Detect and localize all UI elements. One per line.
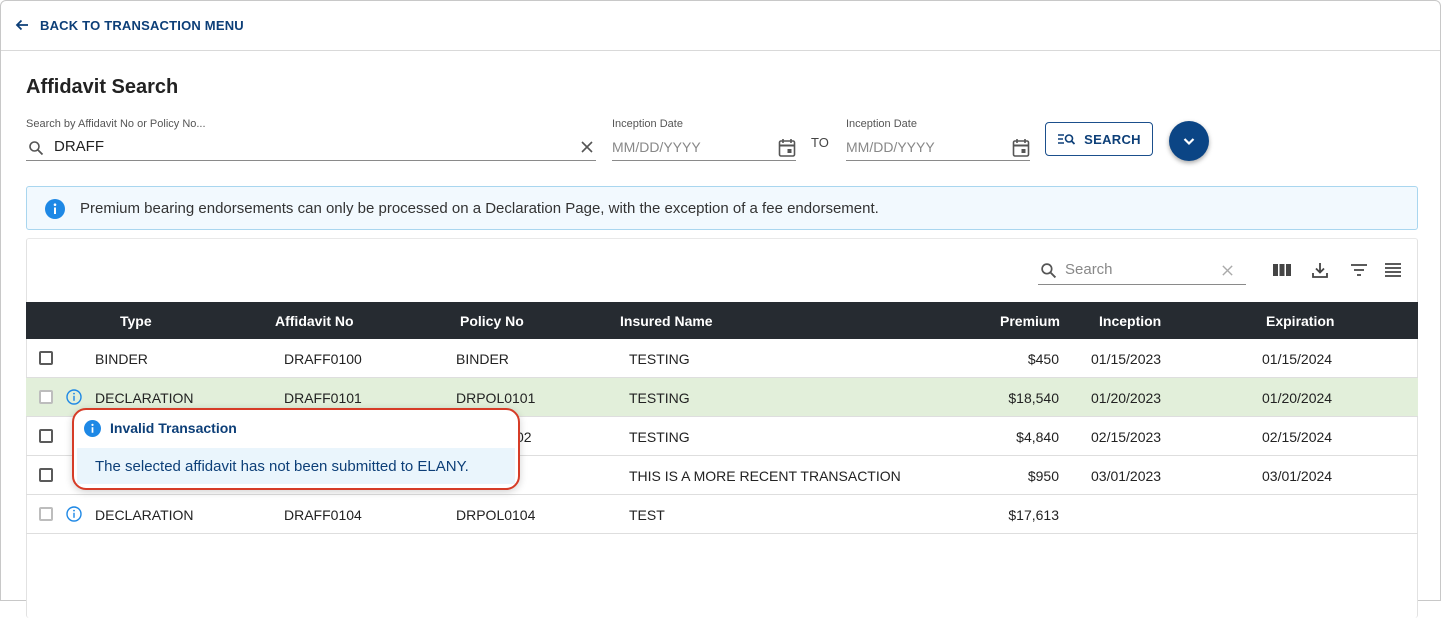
cell-premium: $4,840 [1016,429,1059,445]
chevron-down-icon [1183,138,1195,146]
app-window: BACK TO TRANSACTION MENU Affidavit Searc… [0,0,1441,618]
expand-filters-button[interactable] [1169,121,1209,161]
search-button-label: SEARCH [1084,131,1141,147]
table-header: Type Affidavit No Policy No Insured Name… [26,302,1418,339]
row-checkbox[interactable] [39,351,53,365]
cell-expiration: 02/15/2024 [1262,429,1333,445]
popover-body: The selected affidavit has not been subm… [77,448,515,484]
date-from-placeholder: MM/DD/YYYY [612,139,701,155]
info-banner: Premium bearing endorsements can only be… [26,186,1418,230]
info-outline-icon[interactable] [66,389,82,405]
search-button[interactable]: SEARCH [1045,122,1153,156]
calendar-icon[interactable] [1012,138,1030,158]
column-header-inception[interactable]: Inception [1099,313,1161,329]
density-icon[interactable] [1383,260,1403,280]
date-range-to-label: TO [811,135,829,150]
arrow-left-icon [15,19,28,31]
cell-insured-name: TESTING [629,390,690,406]
filter-icon[interactable] [1349,260,1369,280]
date-to-placeholder: MM/DD/YYYY [846,139,935,155]
cell-type: BINDER [95,351,148,367]
row-checkbox[interactable] [39,507,53,521]
cell-policy-no: DRPOL0104 [456,507,536,523]
cell-inception: 01/20/2023 [1091,390,1162,406]
top-bar: BACK TO TRANSACTION MENU [1,1,1440,51]
cell-premium: $450 [1027,351,1059,367]
search-field-label: Search by Affidavit No or Policy No... [26,118,206,130]
date-from-label: Inception Date [612,118,683,130]
cell-affidavit-no: DRAFF0104 [284,507,362,523]
row-checkbox[interactable] [39,429,53,443]
table-search-placeholder: Search [1065,261,1113,278]
row-checkbox[interactable] [39,468,53,482]
info-banner-message: Premium bearing endorsements can only be… [80,200,879,217]
invalid-transaction-popover: Invalid Transaction The selected affidav… [72,408,520,490]
page-title: Affidavit Search [26,76,179,98]
column-header-policy-no[interactable]: Policy No [460,313,524,329]
popover-title: Invalid Transaction [110,420,237,436]
cell-type: DECLARATION [95,390,194,406]
calendar-icon[interactable] [778,138,796,158]
column-header-type[interactable]: Type [120,313,152,329]
inception-date-to-field: Inception Date MM/DD/YYYY [846,118,1030,161]
search-input-value: DRAFF [54,138,104,155]
cell-premium: $18,540 [1008,390,1059,406]
back-to-transaction-menu-link[interactable]: BACK TO TRANSACTION MENU [14,17,244,33]
column-header-insured-name[interactable]: Insured Name [620,313,713,329]
inception-date-from-field: Inception Date MM/DD/YYYY [612,118,796,161]
cell-expiration: 01/20/2024 [1262,390,1333,406]
date-to-input[interactable]: MM/DD/YYYY [846,135,1030,161]
cell-insured-name: THIS IS A MORE RECENT TRANSACTION [629,468,901,484]
search-input[interactable]: DRAFF [26,135,596,161]
search-list-icon [1058,134,1076,145]
cell-premium: $950 [1027,468,1059,484]
date-from-input[interactable]: MM/DD/YYYY [612,135,796,161]
row-checkbox[interactable] [39,390,53,404]
info-outline-icon[interactable] [66,506,82,522]
date-to-label: Inception Date [846,118,917,130]
clear-search-icon[interactable] [580,140,594,154]
table-row[interactable]: BINDER DRAFF0100 BINDER TESTING $450 01/… [26,339,1418,378]
cell-affidavit-no: DRAFF0101 [284,390,362,406]
cell-expiration: 03/01/2024 [1262,468,1333,484]
columns-icon[interactable] [1272,260,1292,280]
cell-inception: 03/01/2023 [1091,468,1162,484]
cell-insured-name: TESTING [629,351,690,367]
cell-type: DECLARATION [95,507,194,523]
popover-message: The selected affidavit has not been subm… [95,458,469,475]
search-icon [1041,263,1057,279]
cell-affidavit-no: DRAFF0100 [284,351,362,367]
cell-policy-no: DRPOL0101 [456,390,536,406]
info-icon [84,420,101,437]
download-icon[interactable] [1310,260,1330,280]
column-header-premium[interactable]: Premium [1000,313,1060,329]
cell-expiration: 01/15/2024 [1262,351,1333,367]
cell-insured-name: TESTING [629,429,690,445]
search-icon [29,141,44,156]
column-header-expiration[interactable]: Expiration [1266,313,1334,329]
cell-inception: 02/15/2023 [1091,429,1162,445]
clear-table-search-icon[interactable] [1221,264,1234,277]
column-header-affidavit-no[interactable]: Affidavit No [275,313,354,329]
affidavit-search-field: Search by Affidavit No or Policy No... D… [26,118,596,161]
back-link-label: BACK TO TRANSACTION MENU [40,17,244,33]
cell-inception: 01/15/2023 [1091,351,1162,367]
cell-premium: $17,613 [1008,507,1059,523]
cell-policy-no: BINDER [456,351,509,367]
table-search-input[interactable]: Search [1038,256,1246,285]
table-row[interactable]: DECLARATION DRAFF0104 DRPOL0104 TEST $17… [26,495,1418,534]
cell-insured-name: TEST [629,507,665,523]
info-icon [45,199,65,219]
